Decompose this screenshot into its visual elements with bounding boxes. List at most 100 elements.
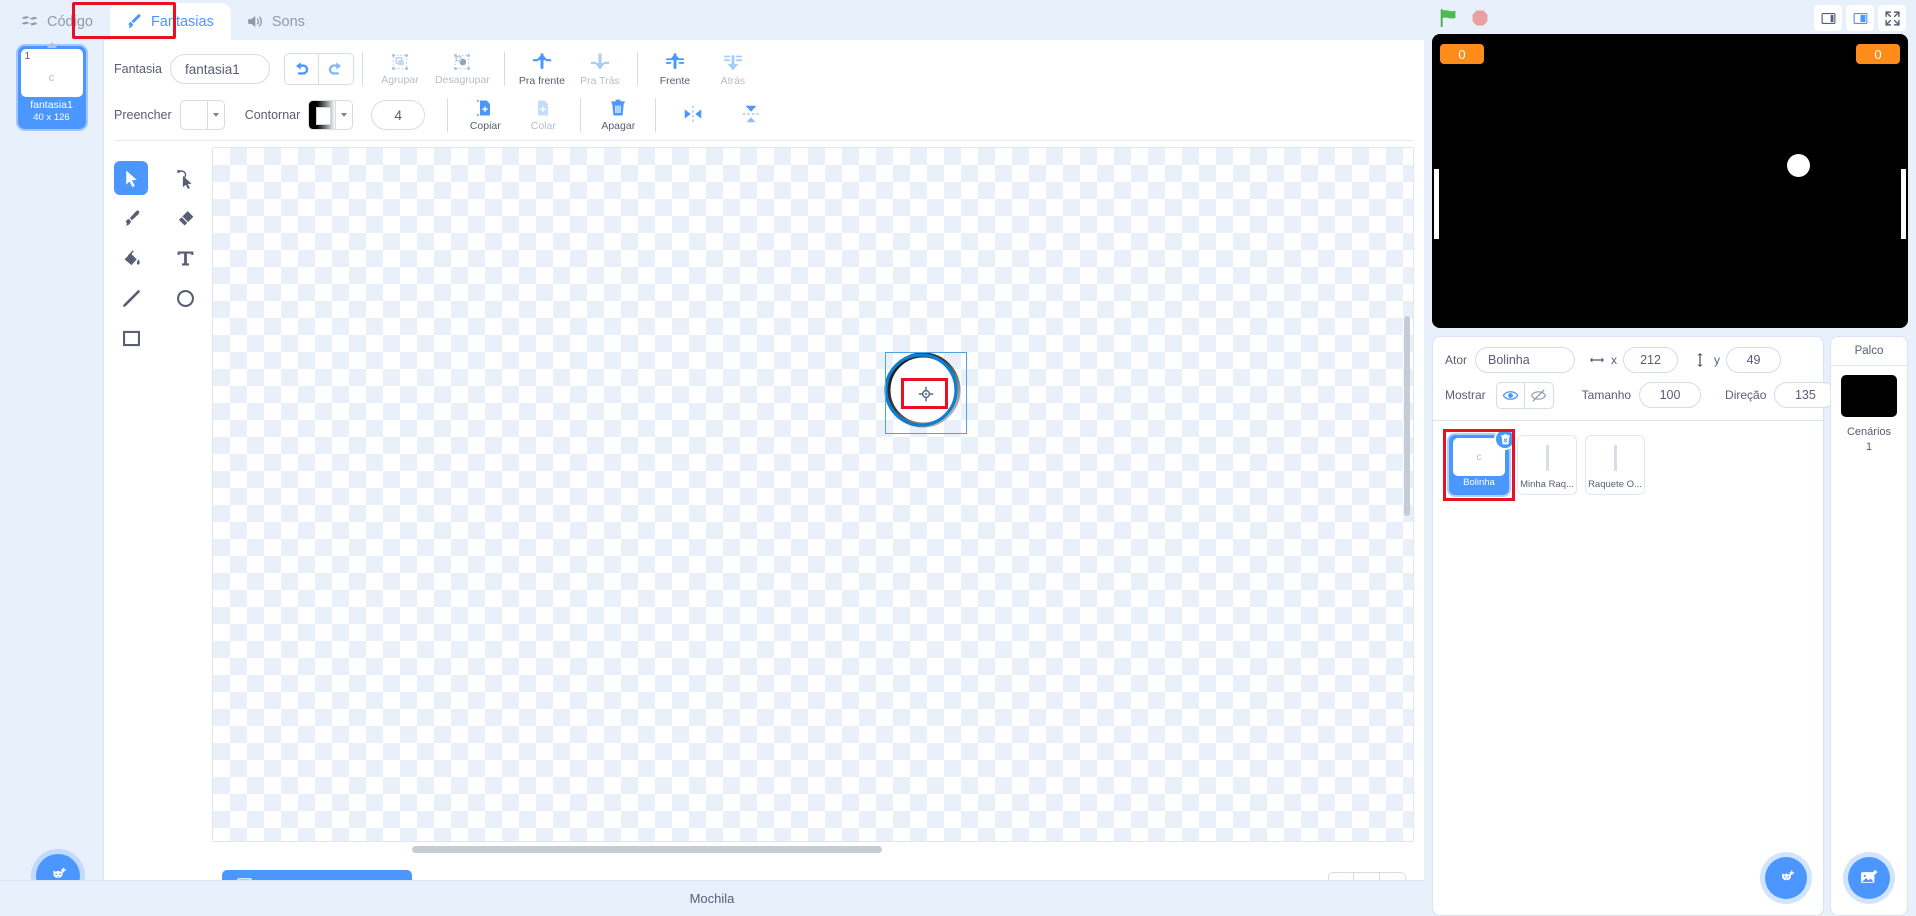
stroke-width-input[interactable] bbox=[371, 100, 426, 130]
fill-tool[interactable] bbox=[114, 241, 148, 275]
toolbar-separator-3 bbox=[636, 52, 638, 86]
circle-tool[interactable] bbox=[168, 281, 202, 315]
small-stage-button[interactable] bbox=[1814, 5, 1842, 31]
outline-caret-icon[interactable] bbox=[336, 100, 354, 130]
sprite-y-input[interactable] bbox=[1726, 347, 1782, 373]
forward-button[interactable]: Pra frente bbox=[513, 47, 571, 91]
costume-item-1[interactable]: 1 c fantasia1 40 x 126 bbox=[17, 46, 86, 129]
costume-name-input[interactable] bbox=[169, 54, 270, 84]
paintbrush-icon bbox=[124, 12, 143, 31]
show-label: Mostrar bbox=[1445, 388, 1486, 402]
paste-button-label: Colar bbox=[530, 120, 556, 132]
show-visible-button[interactable] bbox=[1495, 381, 1525, 409]
eraser-tool[interactable] bbox=[168, 201, 202, 235]
brush-tool[interactable] bbox=[114, 201, 148, 235]
show-hidden-button[interactable] bbox=[1524, 381, 1554, 409]
y-axis-icon bbox=[1692, 352, 1708, 368]
flip-horizontal-button[interactable] bbox=[664, 93, 722, 137]
undo-button[interactable] bbox=[283, 53, 319, 85]
front-button[interactable]: Frente bbox=[646, 47, 704, 91]
sprite-size-input[interactable] bbox=[1639, 382, 1702, 408]
canvas-vertical-scrollbar[interactable] bbox=[1404, 316, 1410, 516]
sprite-card-minha-raquete[interactable]: Minha Raq... bbox=[1517, 435, 1577, 495]
tab-bar: Código Fantasias Sons bbox=[0, 0, 1424, 40]
sprite-thumbnail bbox=[1587, 437, 1643, 478]
sprite-name-input[interactable] bbox=[1475, 347, 1576, 373]
paint-editor: Fantasia fantasia1 Agrupar Desagrupar Pr… bbox=[104, 40, 1424, 916]
flip-vertical-button[interactable] bbox=[722, 93, 780, 137]
tab-sons[interactable]: Sons bbox=[231, 3, 322, 40]
back-button[interactable]: Atrás bbox=[704, 47, 762, 91]
canvas-wrapper bbox=[212, 147, 1424, 856]
tab-fantasias[interactable]: Fantasias bbox=[109, 3, 231, 40]
group-button[interactable]: Agrupar bbox=[371, 47, 429, 91]
large-stage-button[interactable] bbox=[1846, 5, 1874, 31]
fullscreen-button[interactable] bbox=[1878, 5, 1906, 31]
tab-fantasias-label: Fantasias bbox=[150, 13, 214, 30]
green-flag-icon[interactable] bbox=[1438, 7, 1460, 29]
tab-sons-label: Sons bbox=[271, 13, 305, 30]
costume-list: 1 c fantasia1 40 x 126 bbox=[0, 40, 103, 916]
front-button-label: Frente bbox=[659, 75, 691, 87]
backward-button-label: Pra Trás bbox=[580, 75, 620, 87]
delete-sprite-button[interactable] bbox=[1494, 428, 1516, 450]
stage-pane: 0 0 Ator Bolinha x 212 y 49 Mostrar Tama… bbox=[1424, 0, 1916, 916]
add-sprite-button[interactable] bbox=[1765, 857, 1807, 899]
tab-codigo[interactable]: Código bbox=[6, 3, 110, 40]
select-tool[interactable] bbox=[114, 161, 148, 195]
paint-area bbox=[104, 141, 1424, 856]
drawing-canvas[interactable] bbox=[212, 147, 1414, 842]
toolbar-separator-6 bbox=[655, 98, 657, 132]
toolbar-separator-5 bbox=[580, 98, 582, 132]
rotation-center-highlight bbox=[901, 378, 948, 409]
toolbar-separator-2 bbox=[503, 52, 505, 86]
backward-button[interactable]: Pra Trás bbox=[571, 47, 629, 91]
paste-button[interactable]: Colar bbox=[514, 93, 572, 137]
add-backdrop-button[interactable] bbox=[1848, 857, 1890, 899]
ungroup-button-label: Desagrupar bbox=[434, 74, 490, 86]
sprite-and-stage-panels: Ator x bbox=[1432, 328, 1908, 916]
paint-toolbar: Fantasia fantasia1 Agrupar Desagrupar Pr… bbox=[104, 40, 1424, 138]
stage-ball bbox=[1787, 154, 1810, 177]
sprite-card-raquete-oponente[interactable]: Raquete O... bbox=[1585, 435, 1645, 495]
outline-swatch[interactable] bbox=[308, 100, 337, 130]
backpack-bar[interactable]: Mochila bbox=[0, 880, 1424, 916]
costume-field-label: Fantasia bbox=[114, 62, 162, 76]
paint-toolbar-row-2: Preencher Contornar 4 Copiar Colar Apaga… bbox=[114, 92, 1414, 138]
text-tool[interactable] bbox=[168, 241, 202, 275]
canvas-horizontal-scrollbar[interactable] bbox=[412, 846, 882, 853]
reshape-tool[interactable] bbox=[168, 161, 202, 195]
redo-button[interactable] bbox=[318, 53, 354, 85]
fill-caret-icon[interactable] bbox=[207, 100, 225, 130]
sprite-label: Bolinha bbox=[1463, 477, 1495, 488]
ball-shape[interactable] bbox=[884, 352, 967, 434]
sprite-direction-input[interactable] bbox=[1774, 382, 1837, 408]
rectangle-tool[interactable] bbox=[114, 321, 148, 355]
scroll-up-caret-icon[interactable] bbox=[46, 42, 57, 48]
outline-color-picker[interactable] bbox=[308, 100, 354, 130]
undo-redo-group bbox=[283, 53, 354, 85]
monitor-right-score: 0 bbox=[1856, 44, 1900, 64]
copy-button[interactable]: Copiar bbox=[456, 93, 514, 137]
stage-panel-divider bbox=[1831, 365, 1907, 366]
x-label: x bbox=[1611, 353, 1618, 367]
stage-controls-bar bbox=[1432, 0, 1908, 32]
fill-swatch[interactable] bbox=[179, 100, 208, 130]
line-tool[interactable] bbox=[114, 281, 148, 315]
stop-icon[interactable] bbox=[1470, 8, 1490, 28]
costume-number: 1 bbox=[24, 50, 31, 62]
stage-paddle-left bbox=[1434, 169, 1439, 239]
toolbar-separator bbox=[361, 52, 363, 86]
stage-selector-panel[interactable]: Palco Cenários 1 bbox=[1830, 336, 1908, 916]
stage[interactable]: 0 0 bbox=[1432, 34, 1908, 328]
backdrops-count: 1 bbox=[1865, 441, 1873, 453]
sound-icon bbox=[245, 12, 264, 31]
fill-color-picker[interactable] bbox=[179, 100, 225, 130]
delete-button[interactable]: Apagar bbox=[589, 93, 647, 137]
fill-label: Preencher bbox=[114, 108, 172, 122]
ungroup-button[interactable]: Desagrupar bbox=[429, 47, 496, 91]
editor-body: 1 c fantasia1 40 x 126 Fantasia fantasia… bbox=[0, 40, 1424, 916]
sprite-x-input[interactable] bbox=[1623, 347, 1679, 373]
tools-palette bbox=[104, 147, 212, 856]
sprite-card-bolinha[interactable]: c Bolinha bbox=[1449, 428, 1516, 495]
